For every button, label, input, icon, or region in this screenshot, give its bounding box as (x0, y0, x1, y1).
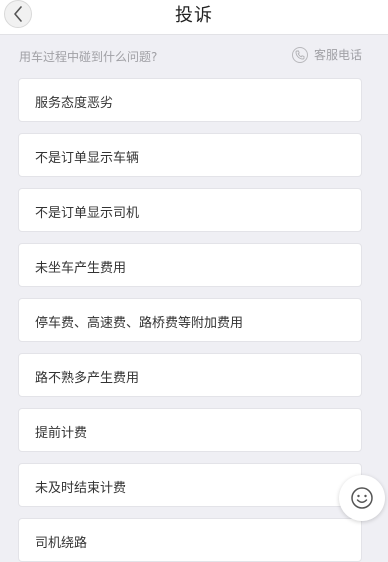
complaint-option[interactable]: 未坐车产生费用 (18, 243, 362, 287)
complaint-option-label: 不是订单显示车辆 (35, 151, 140, 166)
question-text: 用车过程中碰到什么问题? (19, 50, 158, 64)
complaint-option-label: 司机绕路 (35, 536, 88, 551)
page-title: 投诉 (175, 5, 213, 26)
complaint-option[interactable]: 停车费、高速费、路桥费等附加费用 (18, 298, 362, 342)
smiley-icon (351, 487, 373, 509)
complaint-option[interactable]: 路不熟多产生费用 (18, 353, 362, 397)
hotline-label: 客服电话 (313, 48, 362, 62)
complaint-option[interactable]: 不是订单显示司机 (18, 188, 362, 232)
complaint-option[interactable]: 提前计费 (18, 408, 362, 452)
complaint-option-label: 提前计费 (35, 426, 88, 441)
complaint-option-label: 不是订单显示司机 (35, 206, 140, 221)
complaint-option-label: 停车费、高速费、路桥费等附加费用 (35, 316, 244, 331)
phone-icon (291, 46, 308, 63)
feedback-emoji-button[interactable] (339, 475, 385, 521)
hotline-button[interactable]: 客服电话 (291, 46, 362, 63)
nav-header: 投诉 (0, 0, 388, 35)
complaint-option-label: 未及时结束计费 (35, 481, 127, 496)
complaint-option-label: 未坐车产生费用 (35, 261, 127, 276)
complaint-option[interactable]: 未及时结束计费 (18, 463, 362, 507)
complaint-option-label: 服务态度恶劣 (35, 96, 114, 111)
complaint-option[interactable]: 司机绕路 (18, 518, 362, 562)
complaint-option-label: 路不熟多产生费用 (35, 371, 140, 386)
complaint-option[interactable]: 不是订单显示车辆 (18, 133, 362, 177)
sub-header: 用车过程中碰到什么问题? 客服电话 (0, 42, 388, 70)
complaint-option[interactable]: 服务态度恶劣 (18, 78, 362, 122)
